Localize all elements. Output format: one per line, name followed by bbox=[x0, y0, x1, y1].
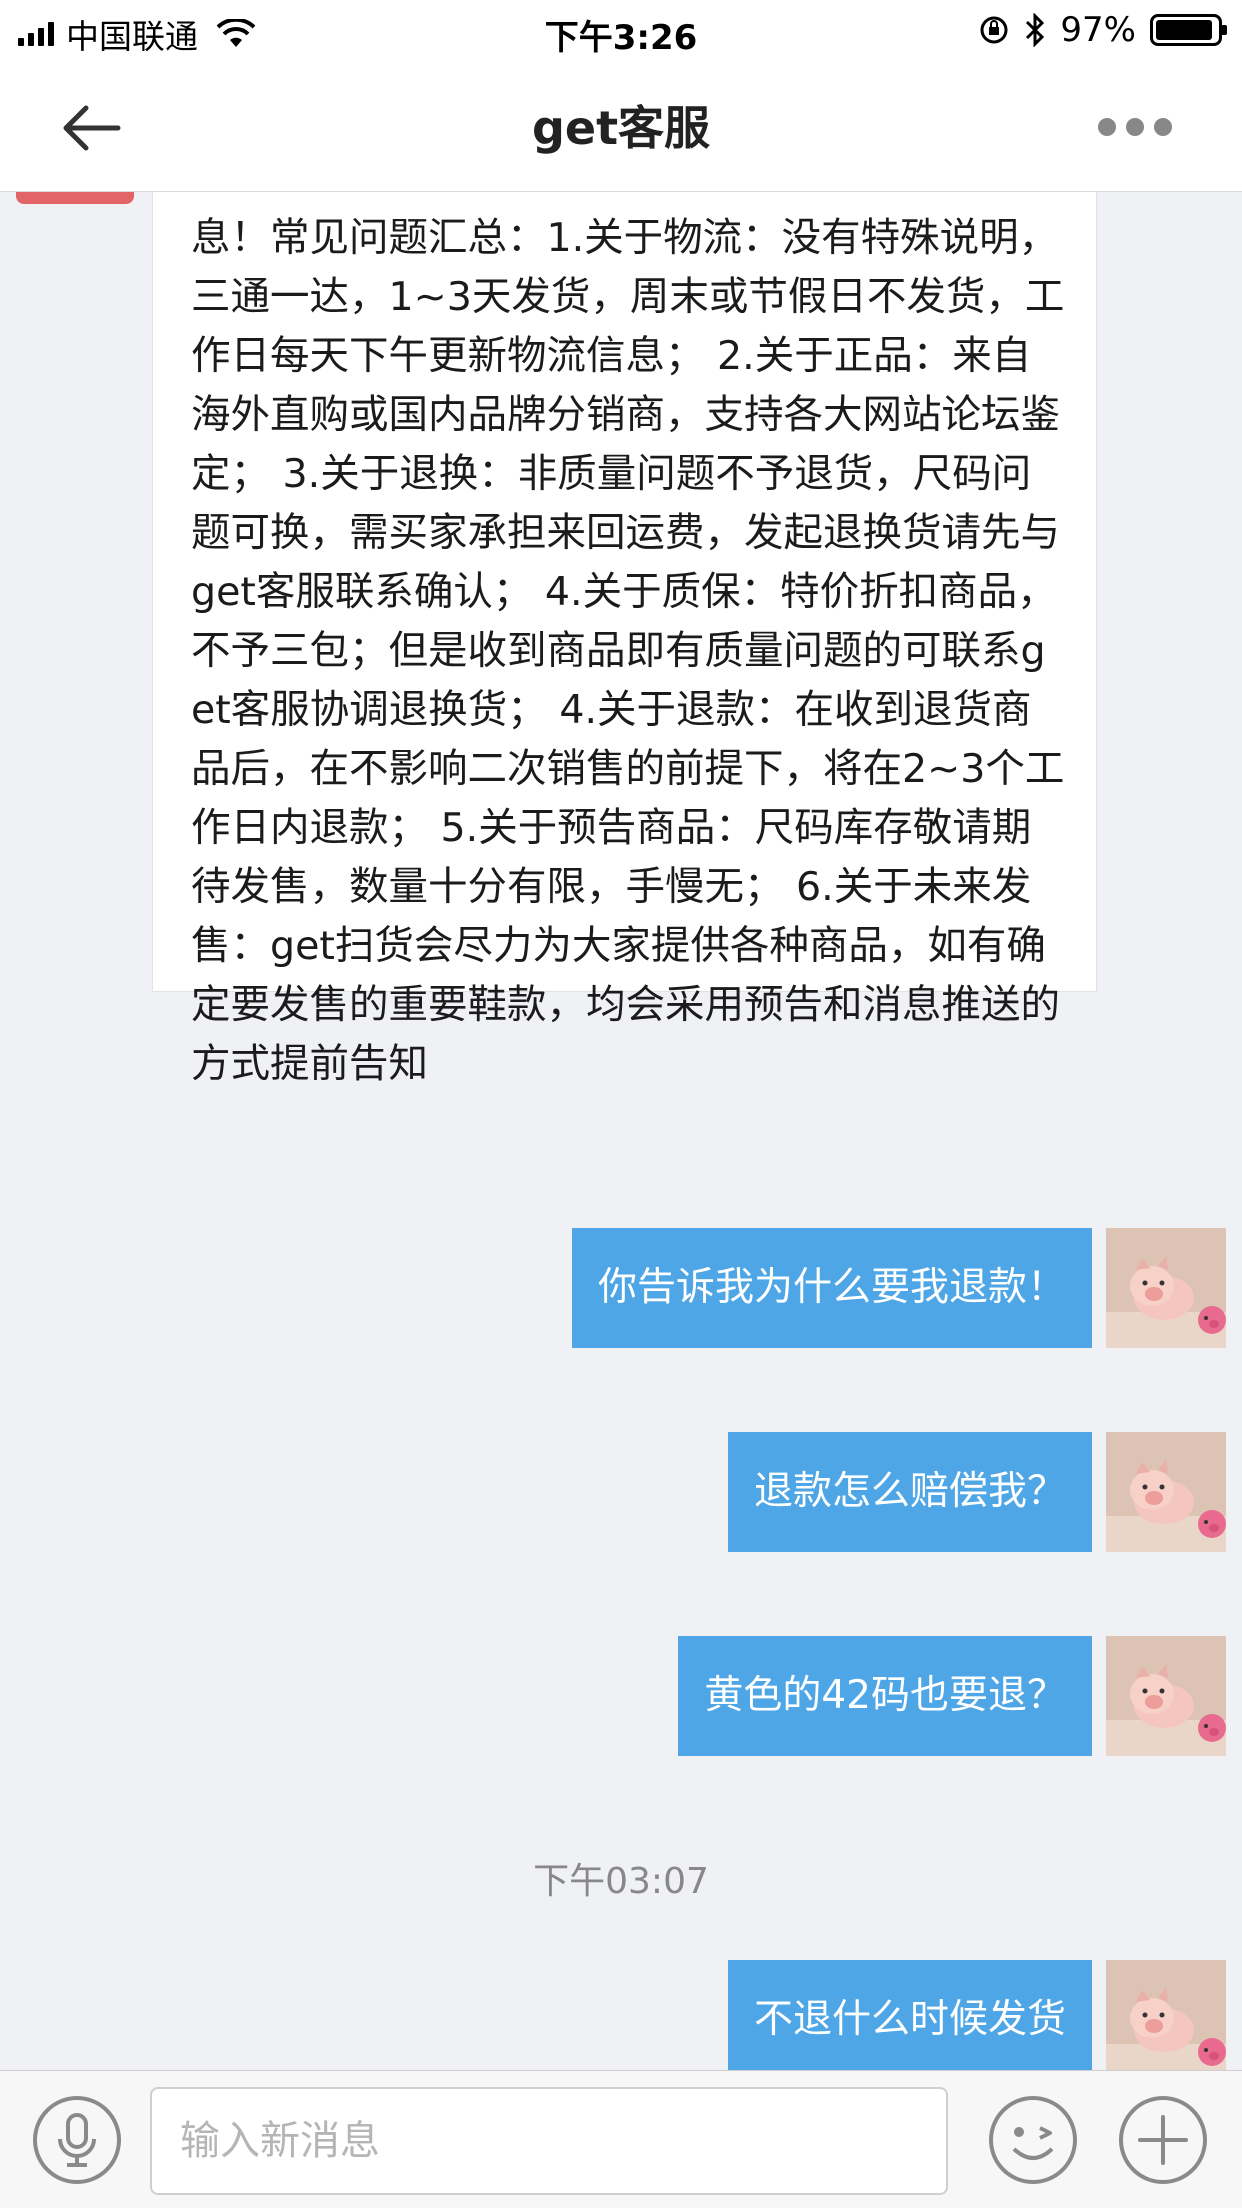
user-message-bubble[interactable]: 黄色的42码也要退？ bbox=[678, 1636, 1092, 1756]
message-row: 你告诉我为什么要我退款！ bbox=[571, 1228, 1226, 1350]
agent-avatar[interactable] bbox=[16, 192, 134, 204]
status-bar: 中国联通 下午3:26 97% bbox=[0, 0, 1242, 64]
message-input[interactable] bbox=[150, 2087, 948, 2195]
user-avatar-pig-icon[interactable] bbox=[1106, 1228, 1226, 1348]
orientation-lock-icon bbox=[980, 16, 1008, 44]
page-title: get客服 bbox=[531, 101, 711, 155]
user-avatar-pig-icon[interactable] bbox=[1106, 1432, 1226, 1552]
user-avatar-pig-icon[interactable] bbox=[1106, 1636, 1226, 1756]
message-row: 不退什么时候发货 bbox=[727, 1960, 1226, 2070]
more-options-button[interactable] bbox=[1062, 112, 1172, 142]
nav-bar: get客服 bbox=[0, 64, 1242, 192]
dot-icon bbox=[1098, 118, 1116, 136]
message-row: 退款怎么赔偿我？ bbox=[727, 1432, 1226, 1554]
dot-icon bbox=[1154, 118, 1172, 136]
chat-area[interactable]: 息！常见问题汇总：1.关于物流：没有特殊说明，三通一达，1~3天发货，周末或节假… bbox=[0, 192, 1242, 2070]
user-message-bubble[interactable]: 退款怎么赔偿我？ bbox=[727, 1432, 1092, 1552]
message-row: 黄色的42码也要退？ bbox=[678, 1636, 1226, 1758]
message-timestamp: 下午03:07 bbox=[533, 1861, 709, 1902]
battery-percent: 97% bbox=[1060, 10, 1136, 50]
status-right: 97% bbox=[978, 10, 1227, 50]
battery-icon bbox=[1150, 14, 1227, 46]
dot-icon bbox=[1126, 118, 1144, 136]
input-bar bbox=[0, 2070, 1242, 2208]
plus-icon[interactable] bbox=[1118, 2095, 1208, 2185]
agent-message-bubble: 息！常见问题汇总：1.关于物流：没有特殊说明，三通一达，1~3天发货，周末或节假… bbox=[152, 192, 1097, 1087]
user-message-bubble[interactable]: 不退什么时候发货 bbox=[727, 1960, 1092, 2070]
user-message-bubble[interactable]: 你告诉我为什么要我退款！ bbox=[571, 1228, 1092, 1348]
user-avatar-pig-icon[interactable] bbox=[1106, 1960, 1226, 2070]
emoji-icon[interactable] bbox=[988, 2095, 1078, 2185]
bluetooth-icon bbox=[1026, 13, 1045, 47]
microphone-icon[interactable] bbox=[32, 2095, 122, 2185]
back-arrow-icon[interactable] bbox=[48, 92, 128, 164]
